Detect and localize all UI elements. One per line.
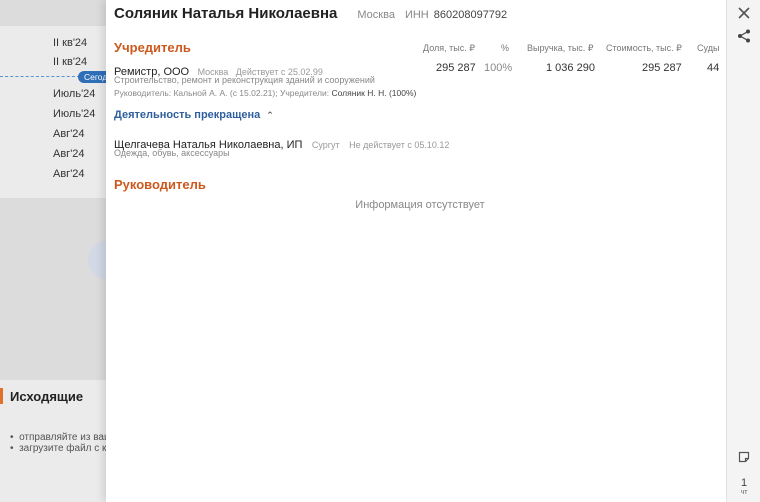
person-city: Москва [357, 9, 395, 21]
timeline-period: Июль'24 [53, 88, 96, 100]
stopped-item-status: Не действует с 05.10.12 [349, 140, 450, 150]
column-revenue: Выручка, тыс. ₽ [527, 43, 594, 53]
inn-value[interactable]: 860208097792 [434, 9, 507, 21]
right-rail: 1 чт [726, 0, 760, 502]
timeline-period: Авг'24 [53, 128, 85, 140]
inn-label: ИНН [404, 9, 429, 21]
page-indicator[interactable]: 1 чт [734, 477, 754, 497]
share-icon [738, 29, 750, 43]
section-accent [0, 388, 3, 404]
company-management: Руководитель: Кальной А. А. (с 15.02.21)… [114, 88, 416, 98]
page-number: 1 [740, 477, 748, 489]
today-line [0, 76, 80, 77]
cost-value: 295 287 [642, 62, 682, 74]
share-button[interactable] [734, 26, 754, 46]
stopped-item-activity: Одежда, обувь, аксессуары [114, 148, 230, 158]
stopped-item-city: Сургут [311, 140, 340, 150]
chevron-up-icon: ⌃ [266, 110, 274, 120]
management-label: Руководитель: Кальной А. А. (с 15.02.21)… [114, 88, 330, 98]
notes-button[interactable] [734, 447, 754, 467]
outgoing-item-text: загрузите файл с к [19, 443, 107, 454]
column-percent: % [501, 43, 510, 53]
share-value: 295 287 [436, 62, 476, 74]
timeline-panel: II кв'24 II кв'24 Сегод Июль'24 Июль'24 … [0, 26, 114, 198]
outgoing-item-text: отправляйте из ваш [19, 432, 112, 443]
manager-empty-text: Информация отсутствует [355, 199, 485, 211]
page-sub-label: чт [740, 489, 748, 496]
percent-value: 100% [484, 62, 513, 74]
stopped-activity-toggle[interactable]: Деятельность прекращена ⌃ [114, 109, 274, 121]
close-button[interactable] [734, 3, 754, 23]
column-courts: Суды [697, 43, 720, 53]
column-cost: Стоимость, тыс. ₽ [606, 43, 682, 53]
timeline-period: Июль'24 [53, 108, 96, 120]
panel-header: Соляник Наталья Николаевна Москва ИНН 86… [114, 5, 507, 22]
outgoing-item: • загрузите файл с к [10, 443, 107, 454]
person-details-panel: Соляник Наталья Николаевна Москва ИНН 86… [106, 0, 726, 502]
background-page: II кв'24 II кв'24 Сегод Июль'24 Июль'24 … [0, 0, 128, 502]
revenue-value: 1 036 290 [546, 62, 595, 74]
stopped-activity-label: Деятельность прекращена [114, 109, 261, 121]
note-icon [738, 451, 750, 463]
timeline-period: II кв'24 [53, 37, 88, 49]
courts-value: 44 [707, 62, 720, 74]
company-activity: Строительство, ремонт и реконструкция зд… [114, 75, 375, 85]
timeline-period: Авг'24 [53, 148, 85, 160]
timeline-period: II кв'24 [53, 56, 88, 68]
person-name: Соляник Наталья Николаевна [114, 5, 338, 22]
timeline-period: Авг'24 [53, 168, 85, 180]
column-share: Доля, тыс. ₽ [423, 43, 475, 53]
outgoing-item: • отправляйте из ваш [10, 432, 112, 443]
manager-section-title: Руководитель [114, 177, 206, 192]
close-icon [738, 7, 750, 19]
outgoing-title: Исходящие [10, 389, 84, 404]
founder-section-title: Учредитель [114, 40, 191, 55]
founders-value: Соляник Н. Н. (100%) [331, 88, 417, 98]
